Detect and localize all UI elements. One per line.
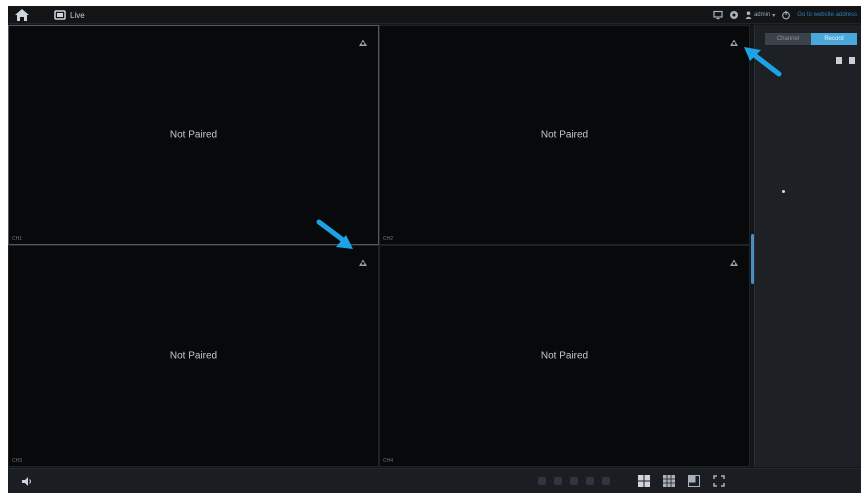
home-icon[interactable]: [14, 8, 30, 22]
layout-3x3-icon[interactable]: [663, 475, 675, 487]
control-button[interactable]: [602, 477, 610, 485]
not-paired-message: Not Paired: [540, 350, 589, 362]
control-button[interactable]: [538, 477, 546, 485]
annotation-arrow-icon: [316, 219, 353, 249]
top-bar: Live admin ▾ Go to website address: [8, 6, 861, 24]
control-button[interactable]: [586, 477, 594, 485]
channel-label: CH2: [383, 236, 394, 242]
not-paired-message: Not Paired: [540, 129, 589, 141]
tool-icon[interactable]: [836, 57, 842, 64]
user-icon: [745, 11, 752, 19]
cursor-dot: [782, 190, 785, 193]
pair-icon[interactable]: [729, 38, 739, 47]
right-panel: Channel Record: [754, 25, 861, 467]
channel-label: CH4: [383, 458, 394, 464]
control-button[interactable]: [570, 477, 578, 485]
tab-live-label: Live: [70, 10, 85, 20]
layout-2x2-icon[interactable]: [638, 475, 650, 487]
tab-live[interactable]: Live: [54, 7, 85, 23]
annotation-arrow-icon: [744, 47, 782, 77]
layout-custom-icon[interactable]: [688, 475, 700, 487]
tab-record[interactable]: Record: [811, 33, 857, 45]
camera-icon: [54, 10, 66, 20]
website-link[interactable]: Go to website address: [797, 12, 857, 18]
camera-tile-2[interactable]: Not Paired CH2: [379, 25, 750, 245]
camera-grid: Not Paired CH1 Not Paired CH2 Not Paired…: [8, 25, 750, 467]
layout-switcher: [638, 475, 725, 487]
camera-tile-1[interactable]: Not Paired CH1: [8, 25, 379, 245]
user-menu[interactable]: admin ▾: [745, 11, 775, 19]
channel-label: CH1: [12, 236, 23, 242]
channel-label: CH3: [12, 458, 23, 464]
chevron-down-icon: ▾: [772, 12, 776, 19]
globe-icon[interactable]: [729, 10, 739, 20]
not-paired-message: Not Paired: [169, 129, 218, 141]
not-paired-message: Not Paired: [169, 350, 218, 362]
monitor-icon[interactable]: [713, 10, 723, 20]
volume-icon[interactable]: [21, 476, 33, 487]
camera-tile-4[interactable]: Not Paired CH4: [379, 245, 750, 467]
user-label: admin: [753, 12, 771, 18]
playback-controls: [538, 477, 610, 485]
fullscreen-icon[interactable]: [713, 475, 725, 487]
pair-icon[interactable]: [358, 258, 368, 267]
top-right-controls: admin ▾ Go to website address: [713, 8, 857, 22]
camera-tile-3[interactable]: Not Paired CH3: [8, 245, 379, 467]
control-button[interactable]: [554, 477, 562, 485]
tool-icon[interactable]: [849, 57, 855, 64]
pair-icon[interactable]: [358, 38, 368, 47]
bottom-toolbar: [8, 468, 861, 493]
power-icon[interactable]: [781, 10, 791, 20]
panel-tools: [836, 57, 855, 64]
nvr-app-window: Live admin ▾ Go to website address Not P…: [8, 6, 861, 493]
pair-icon[interactable]: [729, 258, 739, 267]
